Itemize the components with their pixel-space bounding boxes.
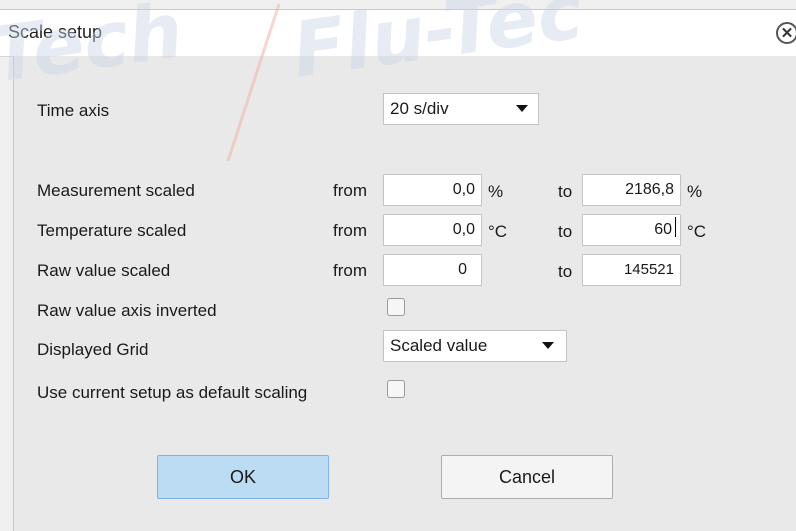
close-icon[interactable]: ✕ <box>776 22 796 44</box>
displayed-grid-value: Scaled value <box>390 336 488 355</box>
measurement-to-label: to <box>558 182 573 201</box>
ok-button[interactable]: OK <box>157 455 329 499</box>
text-cursor <box>675 217 676 237</box>
cancel-button-label: Cancel <box>498 466 556 487</box>
temperature-from-input[interactable]: 0,0 <box>383 214 482 246</box>
measurement-from-label: from <box>333 181 367 200</box>
raw-from-label: from <box>333 261 367 280</box>
temperature-to-unit: °C <box>687 222 707 241</box>
raw-inverted-checkbox[interactable] <box>387 298 405 316</box>
cancel-button[interactable]: Cancel <box>441 455 613 499</box>
title-bar: Scale setup ✕ <box>0 9 796 57</box>
chevron-down-icon <box>516 105 528 112</box>
chevron-down-icon <box>542 342 554 349</box>
raw-to-input[interactable]: 145521 <box>582 254 681 286</box>
dialog-body <box>13 56 796 531</box>
default-scaling-checkbox[interactable] <box>387 380 405 398</box>
measurement-from-input[interactable]: 0,0 <box>383 174 482 206</box>
measurement-label: Measurement scaled <box>37 181 195 200</box>
temperature-from-unit: °C <box>488 222 508 241</box>
ok-button-label: OK <box>229 466 256 487</box>
dialog-title: Scale setup <box>8 22 103 42</box>
measurement-from-unit: % <box>488 182 504 201</box>
temperature-to-input[interactable]: 60 <box>582 214 681 246</box>
time-axis-dropdown[interactable]: 20 s/div <box>383 93 539 125</box>
temperature-from-label: from <box>333 221 367 240</box>
time-axis-label: Time axis <box>37 101 110 120</box>
raw-value-label: Raw value scaled <box>37 261 171 280</box>
raw-from-input[interactable]: 0 <box>383 254 482 286</box>
displayed-grid-label: Displayed Grid <box>37 340 149 359</box>
measurement-to-unit: % <box>687 182 703 201</box>
displayed-grid-dropdown[interactable]: Scaled value <box>383 330 567 362</box>
time-axis-value: 20 s/div <box>390 99 449 118</box>
raw-to-label: to <box>558 262 573 281</box>
raw-inverted-label: Raw value axis inverted <box>37 301 217 320</box>
default-scaling-label: Use current setup as default scaling <box>37 383 308 402</box>
temperature-to-label: to <box>558 222 573 241</box>
temperature-label: Temperature scaled <box>37 221 187 240</box>
measurement-to-input[interactable]: 2186,8 <box>582 174 681 206</box>
